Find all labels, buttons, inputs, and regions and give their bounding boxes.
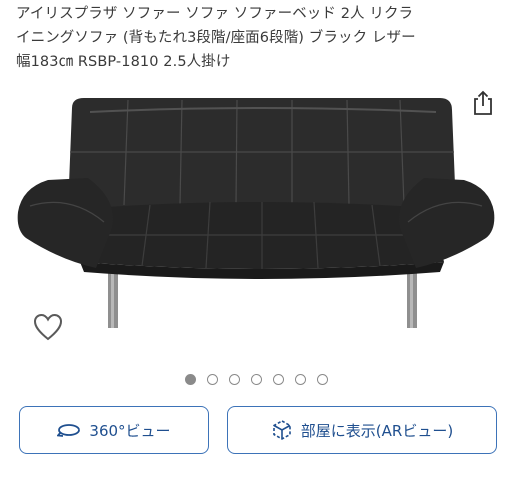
rotate-360-icon (57, 424, 81, 437)
sofa-left-arm (17, 178, 113, 268)
heart-icon (33, 313, 63, 341)
carousel-dot-2[interactable] (206, 374, 218, 385)
product-title-line: イニングソファ (背もたれ3段階/座面6段階) ブラック レザー (16, 30, 416, 46)
image-carousel-dots (0, 374, 512, 388)
carousel-dot-7[interactable] (316, 374, 328, 385)
ar-view-label: 部屋に表示(ARビュー) (300, 421, 454, 440)
ar-cube-icon (272, 420, 291, 440)
product-title: アイリスプラザ ソファー ソファ ソファーベッド 2人 リクラ イニングソファ … (16, 2, 500, 74)
product-title-line: アイリスプラザ ソファー ソファ ソファーベッド 2人 リクラ (16, 6, 414, 22)
product-title-line: 幅183㎝ RSBP-1810 2.5人掛け (16, 54, 231, 70)
view-360-label: 360°ビュー (89, 421, 171, 440)
wishlist-button[interactable] (32, 312, 64, 342)
ar-view-button[interactable]: 部屋に表示(ARビュー) (227, 406, 497, 454)
carousel-dot-6[interactable] (294, 374, 306, 385)
carousel-dot-5[interactable] (272, 374, 284, 385)
carousel-dot-4[interactable] (250, 374, 262, 385)
view-360-button[interactable]: 360°ビュー (19, 406, 209, 454)
carousel-dot-3[interactable] (228, 374, 240, 385)
carousel-dot-1[interactable] (184, 374, 196, 385)
product-image[interactable] (0, 88, 512, 338)
sofa-right-arm (399, 178, 495, 268)
